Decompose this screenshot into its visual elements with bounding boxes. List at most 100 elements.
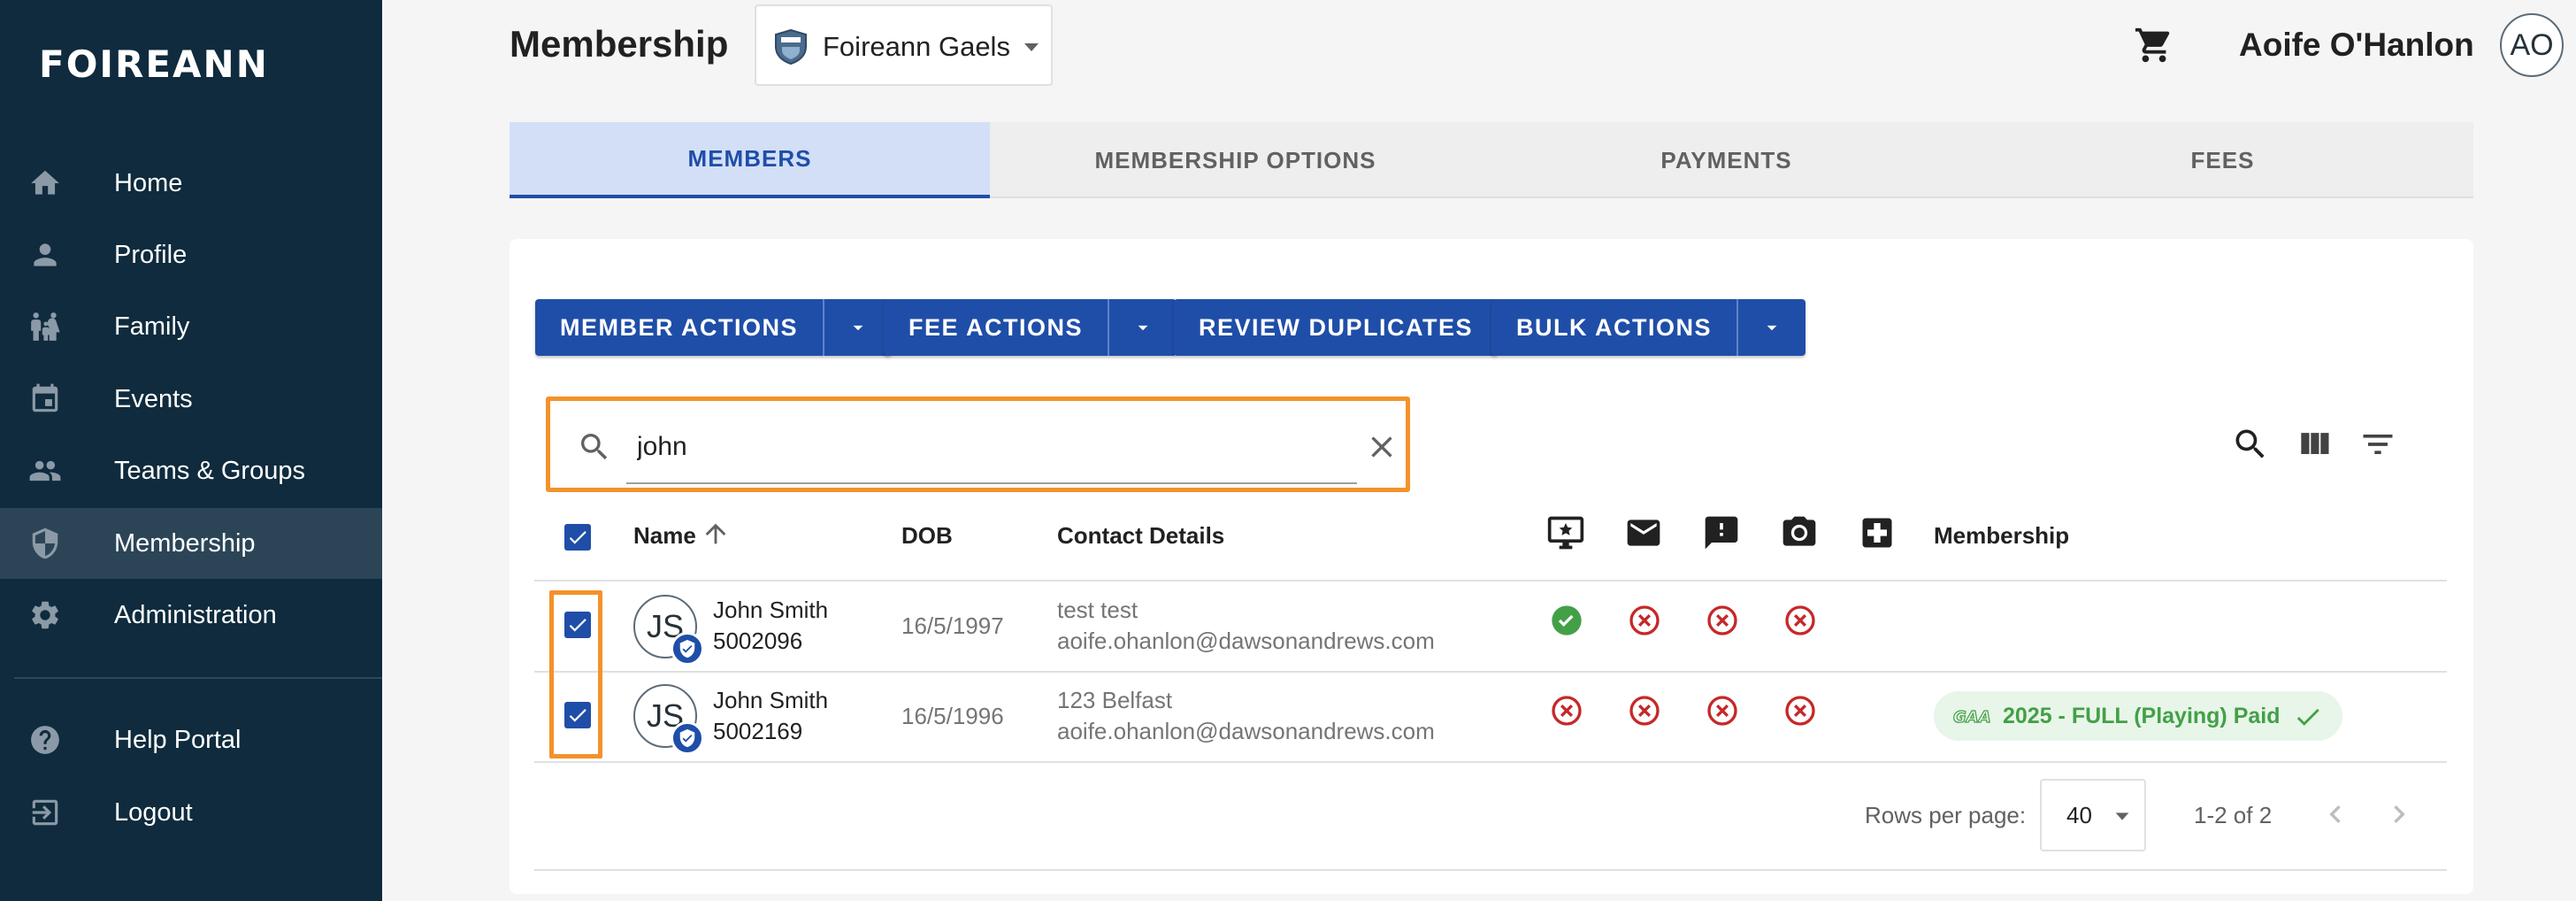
column-header-contact[interactable]: Contact Details bbox=[1057, 522, 1224, 550]
sidebar-item-profile[interactable]: Profile bbox=[0, 219, 382, 290]
sidebar-item-membership[interactable]: Membership bbox=[0, 508, 382, 579]
chevron-down-icon bbox=[1024, 43, 1039, 51]
sidebar-item-label: Logout bbox=[114, 797, 193, 827]
tab-fees[interactable]: FEES bbox=[1972, 122, 2473, 198]
rows-per-page-value: 40 bbox=[2066, 802, 2092, 828]
cart-icon[interactable] bbox=[2134, 25, 2174, 65]
caret-down-icon bbox=[853, 325, 863, 331]
column-header-membership[interactable]: Membership bbox=[1934, 522, 2069, 550]
feedback-icon bbox=[1705, 516, 1738, 550]
review-duplicates-group: REVIEW DUPLICATES bbox=[1174, 299, 1499, 356]
column-header-name[interactable]: Name bbox=[633, 522, 726, 550]
svg-text:GAA: GAA bbox=[1953, 708, 1990, 727]
sidebar-item-label: Teams & Groups bbox=[114, 456, 305, 485]
tab-payments[interactable]: PAYMENTS bbox=[1481, 122, 1972, 198]
member-actions-dropdown[interactable] bbox=[823, 299, 892, 356]
sidebar-item-logout[interactable]: Logout bbox=[0, 777, 382, 848]
user-name[interactable]: Aoife O'Hanlon bbox=[2239, 27, 2474, 64]
sidebar-item-label: Administration bbox=[114, 600, 277, 629]
club-select[interactable]: Foireann Gaels bbox=[755, 4, 1053, 86]
sidebar-item-label: Membership bbox=[114, 528, 256, 558]
membership-chip[interactable]: GAA 2025 - FULL (Playing) Paid bbox=[1934, 691, 2342, 741]
sidebar-item-events[interactable]: Events bbox=[0, 364, 382, 435]
person-icon bbox=[28, 238, 62, 272]
sidebar-item-help-portal[interactable]: Help Portal bbox=[0, 705, 382, 775]
family-icon bbox=[28, 310, 62, 343]
contact-line-1: test test bbox=[1057, 597, 1138, 623]
contact-line-1: 123 Belfast bbox=[1057, 687, 1173, 713]
sidebar: FOIREANN Home Profile Family Events Team… bbox=[0, 0, 382, 901]
chevron-down-icon bbox=[2115, 812, 2129, 820]
member-actions-group: MEMBER ACTIONS bbox=[535, 299, 892, 356]
groups-icon bbox=[28, 454, 62, 488]
check-circle-icon bbox=[1552, 605, 1582, 635]
member-id: 5002096 bbox=[713, 628, 803, 654]
cancel-circle-icon bbox=[1552, 696, 1582, 726]
selected-rows-highlight bbox=[549, 590, 602, 759]
help-icon bbox=[28, 723, 62, 757]
medical-icon bbox=[1862, 518, 1892, 548]
check-icon bbox=[2296, 708, 2319, 726]
gaa-logo-icon: GAA bbox=[1953, 707, 1990, 727]
verified-badge bbox=[671, 721, 704, 755]
verified-badge bbox=[671, 632, 704, 666]
contact-line-2: aoife.ohanlon@dawsonandrews.com bbox=[1057, 628, 1435, 654]
fee-actions-button[interactable]: FEE ACTIONS bbox=[884, 299, 1108, 356]
caret-down-icon bbox=[1767, 325, 1777, 331]
cancel-circle-icon bbox=[1785, 696, 1815, 726]
sidebar-item-label: Family bbox=[114, 312, 190, 341]
search-icon[interactable] bbox=[2231, 425, 2270, 464]
logout-icon bbox=[28, 796, 62, 829]
member-dob: 16/5/1996 bbox=[901, 703, 1004, 729]
search-input[interactable] bbox=[626, 412, 1357, 484]
member-name[interactable]: John Smith bbox=[713, 685, 828, 716]
verified-icon bbox=[679, 639, 695, 658]
member-id: 5002169 bbox=[713, 718, 803, 744]
member-actions-button[interactable]: MEMBER ACTIONS bbox=[535, 299, 823, 356]
sidebar-item-administration[interactable]: Administration bbox=[0, 580, 382, 651]
sidebar-item-label: Help Portal bbox=[114, 725, 242, 754]
cancel-circle-icon bbox=[1707, 605, 1737, 635]
rows-per-page-label: Rows per page: bbox=[1865, 802, 2027, 828]
sidebar-item-teams[interactable]: Teams & Groups bbox=[0, 435, 382, 506]
home-icon bbox=[28, 166, 62, 200]
bulk-actions-group: BULK ACTIONS bbox=[1491, 299, 1806, 356]
fee-actions-dropdown[interactable] bbox=[1108, 299, 1177, 356]
filter-icon[interactable] bbox=[2358, 425, 2397, 464]
columns-icon[interactable] bbox=[2295, 425, 2334, 464]
chevron-right-icon[interactable] bbox=[2381, 797, 2417, 832]
cancel-circle-icon bbox=[1629, 605, 1660, 635]
row-divider bbox=[534, 869, 2447, 871]
row-divider bbox=[534, 580, 2447, 581]
camera-icon bbox=[1782, 516, 1816, 546]
tab-members[interactable]: MEMBERS bbox=[510, 122, 990, 198]
column-header-dob[interactable]: DOB bbox=[901, 522, 953, 550]
sidebar-item-label: Events bbox=[114, 384, 193, 413]
close-icon[interactable] bbox=[1364, 429, 1399, 465]
review-duplicates-button[interactable]: REVIEW DUPLICATES bbox=[1174, 299, 1498, 356]
bulk-actions-button[interactable]: BULK ACTIONS bbox=[1491, 299, 1736, 356]
row-divider bbox=[534, 671, 2447, 673]
rows-per-page-select[interactable]: 40 bbox=[2040, 779, 2146, 851]
avatar[interactable]: AO bbox=[2500, 13, 2564, 77]
app-logo[interactable]: FOIREANN bbox=[39, 42, 269, 86]
chevron-left-icon[interactable] bbox=[2318, 797, 2353, 832]
member-dob: 16/5/1997 bbox=[901, 612, 1004, 639]
row-divider bbox=[534, 761, 2447, 763]
bulk-actions-dropdown[interactable] bbox=[1736, 299, 1806, 356]
sidebar-item-family[interactable]: Family bbox=[0, 291, 382, 362]
desktop-star-icon bbox=[1547, 516, 1584, 550]
verified-icon bbox=[679, 728, 695, 748]
club-crest-icon bbox=[775, 29, 807, 65]
column-header-label: Name bbox=[633, 522, 696, 549]
select-all-checkbox[interactable] bbox=[564, 524, 591, 551]
tab-membership-options[interactable]: MEMBERSHIP OPTIONS bbox=[990, 122, 1481, 198]
arrow-up-icon bbox=[705, 523, 726, 544]
cancel-circle-icon bbox=[1707, 696, 1737, 726]
cancel-circle-icon bbox=[1629, 696, 1660, 726]
gear-icon bbox=[28, 598, 62, 632]
caret-down-icon bbox=[1138, 325, 1148, 331]
sidebar-item-home[interactable]: Home bbox=[0, 148, 382, 219]
membership-label: 2025 - FULL (Playing) Paid bbox=[2003, 704, 2281, 728]
member-name[interactable]: John Smith bbox=[713, 595, 828, 626]
